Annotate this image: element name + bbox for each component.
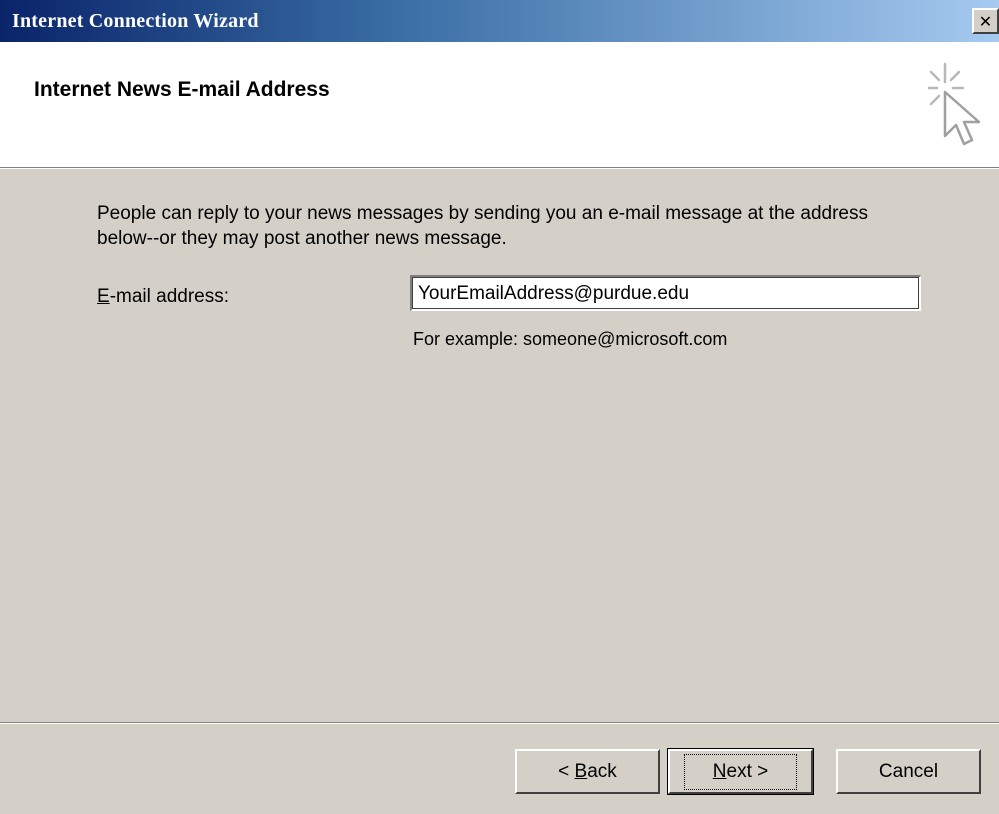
cancel-button[interactable]: Cancel bbox=[836, 749, 981, 794]
header-separator bbox=[0, 167, 999, 169]
footer-separator bbox=[0, 722, 999, 724]
next-button[interactable]: Next > bbox=[667, 748, 814, 795]
close-icon: ✕ bbox=[978, 11, 993, 31]
wizard-header: Internet News E-mail Address bbox=[0, 42, 999, 167]
back-rest: ack bbox=[587, 760, 617, 782]
next-focus-rect: Next > bbox=[683, 753, 798, 790]
next-mnemonic: N bbox=[712, 760, 727, 782]
close-button[interactable]: ✕ bbox=[972, 8, 999, 34]
email-address-input[interactable] bbox=[410, 275, 921, 311]
email-label-mnemonic: E bbox=[97, 286, 110, 307]
wizard-sparkle-cursor-icon bbox=[927, 62, 981, 146]
window-title: Internet Connection Wizard bbox=[12, 9, 259, 32]
back-button[interactable]: < Back bbox=[515, 749, 660, 794]
page-heading: Internet News E-mail Address bbox=[34, 78, 330, 101]
title-bar[interactable]: Internet Connection Wizard ✕ bbox=[0, 0, 999, 42]
back-prefix: < bbox=[558, 760, 575, 782]
description-text: People can reply to your news messages b… bbox=[97, 203, 868, 249]
wizard-window: Internet Connection Wizard ✕ Internet Ne… bbox=[0, 0, 999, 814]
next-rest: ext > bbox=[726, 760, 769, 782]
back-mnemonic: B bbox=[574, 760, 588, 782]
email-label-text: -mail address: bbox=[109, 286, 230, 307]
email-example-text: For example: someone@microsoft.com bbox=[413, 329, 728, 349]
email-label: E-mail address: bbox=[97, 286, 229, 308]
